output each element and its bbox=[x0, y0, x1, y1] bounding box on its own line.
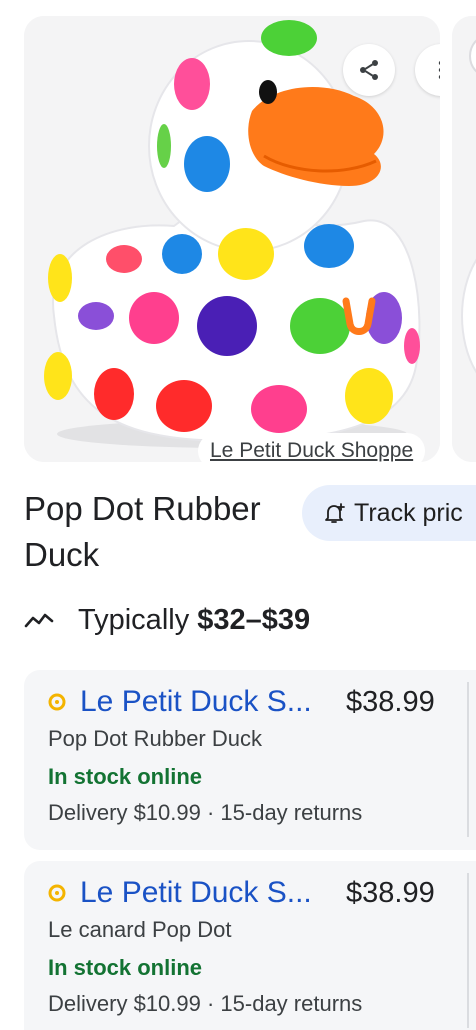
product-image-card[interactable]: Le Petit Duck Shoppe bbox=[24, 16, 440, 462]
track-price-label: Track pric bbox=[354, 498, 463, 527]
stock-status: In stock online bbox=[48, 764, 203, 789]
share-icon bbox=[360, 60, 378, 80]
merchant-dot-icon bbox=[48, 693, 66, 711]
offer-product-name: Pop Dot Rubber Duck bbox=[48, 726, 262, 751]
more-vert-icon bbox=[438, 61, 440, 79]
trend-line-icon bbox=[24, 610, 54, 630]
product-page: Le Petit Duck Shoppe Pop Dot Rubber Duck… bbox=[0, 0, 476, 1030]
next-image-card[interactable] bbox=[452, 16, 476, 462]
offer-card[interactable]: Le Petit Duck S... $38.99 Le canard Pop … bbox=[24, 861, 476, 1030]
stock-status: In stock online bbox=[48, 955, 203, 980]
image-source-link[interactable]: Le Petit Duck Shoppe bbox=[198, 433, 426, 462]
delivery-info: Delivery $10.99 · 15-day returns bbox=[48, 800, 363, 825]
card-divider bbox=[467, 873, 469, 1028]
merchant-name-link[interactable]: Le Petit Duck S... bbox=[80, 876, 312, 910]
offer-price: $38.99 bbox=[346, 686, 435, 718]
merchant-row: Le Petit Duck S... bbox=[48, 682, 312, 722]
card-divider bbox=[467, 682, 469, 837]
bell-plus-icon bbox=[322, 501, 346, 525]
offer-price: $38.99 bbox=[346, 877, 435, 909]
offer-card[interactable]: Le Petit Duck S... $38.99 Pop Dot Rubber… bbox=[24, 670, 476, 850]
typical-price-range: $32–$39 bbox=[197, 603, 311, 636]
track-price-button[interactable]: Track pric bbox=[302, 485, 476, 541]
offer-product-name: Le canard Pop Dot bbox=[48, 917, 232, 942]
typical-price-label: Typically bbox=[78, 603, 190, 636]
next-image-preview bbox=[452, 16, 476, 462]
merchant-row: Le Petit Duck S... bbox=[48, 873, 312, 913]
share-button[interactable] bbox=[343, 44, 395, 96]
product-title: Pop Dot Rubber Duck bbox=[24, 490, 261, 573]
delivery-info: Delivery $10.99 · 15-day returns bbox=[48, 991, 363, 1016]
merchant-dot-icon bbox=[48, 884, 66, 902]
merchant-name-link[interactable]: Le Petit Duck S... bbox=[80, 685, 312, 719]
image-source-label[interactable]: Le Petit Duck Shoppe bbox=[210, 439, 413, 462]
typical-price-row: Typically $32–$39 bbox=[24, 600, 310, 640]
